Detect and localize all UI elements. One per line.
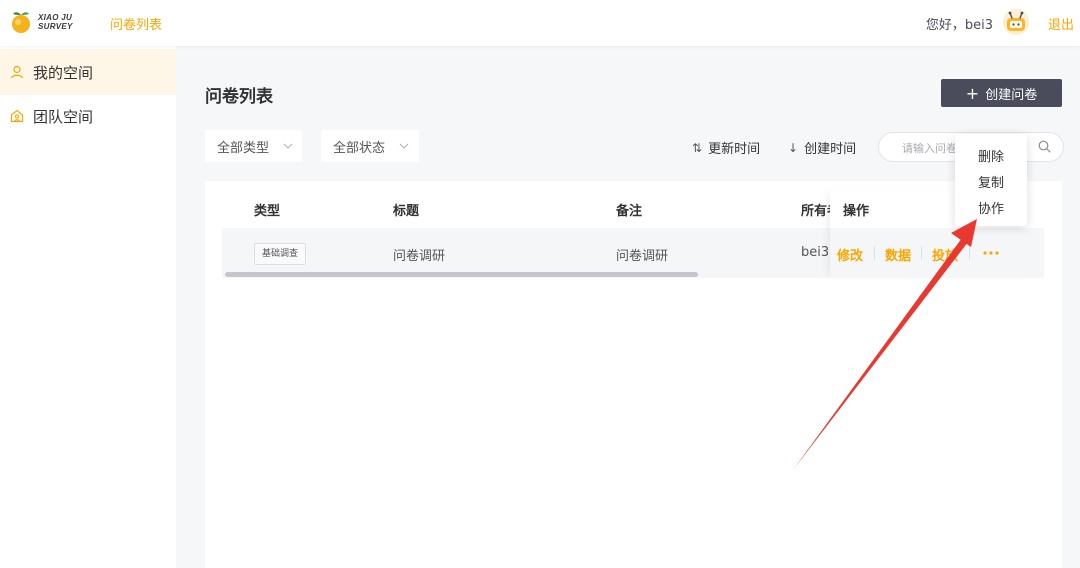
col-header-title: 标题 — [393, 204, 420, 219]
user-greeting: 您好，bei3 — [925, 18, 993, 33]
logo-line-1: XIAO JU — [38, 13, 73, 22]
chevron-down-icon — [399, 143, 409, 149]
sidebar-item-label: 我的空间 — [33, 63, 94, 82]
menu-item-collaborate[interactable]: 协作 — [955, 198, 1027, 217]
col-header-remark: 备注 — [616, 204, 643, 219]
sidebar: 我的空间 团队空间 — [0, 46, 176, 568]
logout-link[interactable]: 退出 — [1048, 14, 1074, 33]
user-icon — [10, 65, 24, 79]
logo-text: XIAO JU SURVEY — [38, 13, 73, 31]
col-header-type: 类型 — [254, 204, 281, 219]
logo[interactable]: XIAO JU SURVEY — [8, 9, 78, 37]
sort-by-created[interactable]: ↓ 创建时间 — [788, 138, 857, 158]
nav-survey-list[interactable]: 问卷列表 — [110, 14, 162, 33]
horizontal-scrollbar[interactable] — [225, 272, 698, 277]
team-icon — [10, 109, 24, 123]
menu-item-copy[interactable]: 复制 — [955, 172, 1027, 191]
search-placeholder: 请输入问卷 — [902, 142, 957, 155]
type-filter-value: 全部类型 — [217, 140, 270, 156]
cell-remark: 问卷调研 — [616, 249, 669, 264]
more-icon[interactable] — [983, 251, 999, 255]
sidebar-item-my-space[interactable]: 我的空间 — [0, 49, 176, 95]
type-tag: 基础调查 — [254, 243, 307, 265]
sort-by-updated[interactable]: ⇅ 更新时间 — [692, 138, 761, 158]
sort-arrows-icon: ⇅ — [692, 140, 703, 155]
col-header-actions: 操作 — [843, 204, 870, 219]
sort-created-label: 创建时间 — [804, 142, 857, 157]
plus-icon: + — [965, 83, 980, 103]
status-filter-select[interactable]: 全部状态 — [321, 130, 419, 162]
sidebar-item-label: 团队空间 — [33, 107, 94, 126]
chevron-down-icon — [283, 143, 293, 149]
type-filter-select[interactable]: 全部类型 — [205, 130, 302, 162]
more-actions-menu: 删除 复制 协作 — [955, 134, 1027, 226]
cell-title: 问卷调研 — [393, 249, 446, 264]
top-header: XIAO JU SURVEY 问卷列表 您好，bei3 退出 — [0, 0, 1080, 46]
logo-line-2: SURVEY — [38, 22, 73, 31]
sidebar-item-team-space[interactable]: 团队空间 — [0, 93, 176, 139]
create-survey-label: 创建问卷 — [985, 87, 1038, 103]
edit-action[interactable]: 修改 — [837, 245, 863, 264]
sort-updated-label: 更新时间 — [708, 142, 761, 157]
avatar-icon — [1003, 9, 1029, 35]
status-filter-value: 全部状态 — [333, 140, 386, 156]
action-separator — [921, 246, 922, 260]
create-survey-button[interactable]: + 创建问卷 — [941, 79, 1062, 107]
action-separator — [874, 246, 875, 260]
menu-item-delete[interactable]: 删除 — [955, 146, 1027, 165]
avatar[interactable] — [1002, 8, 1030, 36]
deliver-action[interactable]: 投放 — [932, 245, 958, 264]
cell-owner: bei3 — [801, 245, 830, 260]
page-title: 问卷列表 — [205, 87, 273, 107]
data-action[interactable]: 数据 — [885, 245, 911, 264]
action-separator — [969, 246, 970, 260]
logo-icon — [12, 12, 30, 33]
search-icon[interactable] — [1038, 140, 1051, 153]
sort-down-icon: ↓ — [788, 140, 799, 155]
